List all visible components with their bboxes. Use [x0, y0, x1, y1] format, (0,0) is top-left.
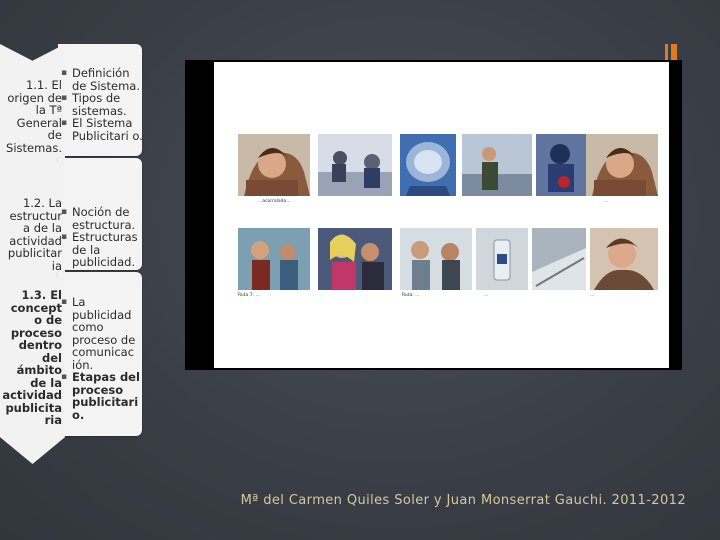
footer-credits: Mª del Carmen Quiles Soler y Juan Monser…	[240, 493, 686, 508]
bullet-list-1: Definición de Sistema. Tipos de sistemas…	[60, 67, 144, 142]
bullet-item: Noción de estructura.	[60, 206, 144, 231]
section-title-1: 1.1. El origen de la Tª General de Siste…	[6, 78, 62, 155]
bullet-item: Definición de Sistema.	[60, 67, 144, 92]
bullet-item: Etapas del proceso publicitari o.	[60, 371, 144, 421]
accent-bar-thick	[671, 44, 677, 60]
comic-caption: ...	[484, 293, 489, 298]
comic-panel-5	[536, 134, 586, 196]
comic-panel-12	[590, 228, 658, 290]
comic-panel-7	[238, 228, 310, 290]
comic-panel-6	[586, 134, 658, 196]
comic-caption: ...	[590, 293, 595, 298]
comic-panel-9	[400, 228, 472, 290]
comic-caption: ...acorralado...	[258, 199, 291, 204]
comic-caption: Ruta 7: ...	[238, 293, 260, 298]
comic-illustration	[238, 134, 658, 290]
comic-panel-11	[532, 228, 586, 290]
comic-caption: ...	[604, 199, 609, 204]
comic-panel-1	[238, 134, 310, 196]
comic-panel-10	[476, 228, 528, 290]
comic-panel-4	[462, 134, 532, 196]
bullet-list-2: Noción de estructura. Estructuras de la …	[60, 206, 144, 269]
bullet-item: La publicidad como proceso de comunicac …	[60, 296, 144, 371]
bullet-item: El Sistema Publicitari o.	[60, 117, 144, 142]
section-title-3: 1.3. El concept o de proceso dentro del …	[2, 288, 62, 427]
bullet-item: Tipos de sistemas.	[60, 92, 144, 117]
bullet-item: Estructuras de la publicidad.	[60, 231, 144, 269]
section-title-2: 1.2. La estructur a de la actividad publ…	[7, 196, 62, 273]
accent-bar	[665, 44, 668, 60]
bullet-list-3: La publicidad como proceso de comunicac …	[60, 296, 144, 421]
comic-panel-3	[400, 134, 456, 196]
comic-panel-2	[318, 134, 392, 196]
comic-caption: Ruta: ...	[402, 293, 420, 298]
comic-panel-8	[318, 228, 392, 290]
chevron-list: 1.1. El origen de la Tª General de Siste…	[0, 44, 145, 464]
comic-image: ...acorralado... ... Ruta: ... ... Ruta …	[214, 62, 669, 368]
